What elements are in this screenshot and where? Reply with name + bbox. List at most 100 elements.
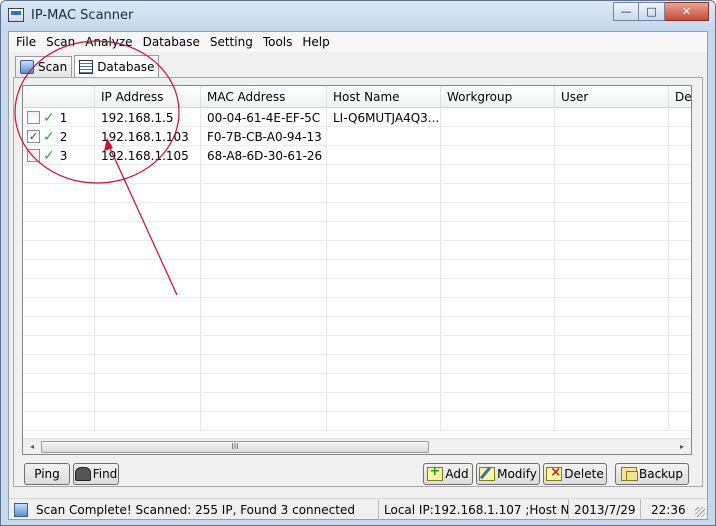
empty-table-row <box>23 412 691 431</box>
empty-cell <box>441 165 555 184</box>
horizontal-scrollbar[interactable]: ◂ III ▸ <box>23 438 691 454</box>
empty-cell <box>555 393 669 412</box>
column-header-dep[interactable]: Dep <box>669 86 691 108</box>
empty-cell <box>555 355 669 374</box>
empty-cell <box>441 184 555 203</box>
title-bar[interactable]: IP-MAC Scanner — □ ✕ <box>1 1 715 31</box>
scroll-right-arrow-icon[interactable]: ▸ <box>675 441 689 453</box>
menu-database[interactable]: Database <box>138 35 205 49</box>
tab-scan[interactable]: Scan <box>15 56 73 77</box>
empty-cell <box>555 374 669 393</box>
database-panel: IP Address MAC Address Host Name Workgro… <box>13 77 703 487</box>
menu-help[interactable]: Help <box>297 35 334 49</box>
cell-ip: 192.168.1.105 <box>95 146 201 165</box>
ping-button[interactable]: Ping <box>24 463 70 485</box>
empty-cell <box>327 184 441 203</box>
cell-user <box>555 108 669 127</box>
empty-table-row <box>23 279 691 298</box>
column-header-mac[interactable]: MAC Address <box>201 86 327 108</box>
add-button[interactable]: Add <box>423 463 473 485</box>
column-header-ip[interactable]: IP Address <box>95 86 201 108</box>
empty-cell <box>441 317 555 336</box>
delete-button-label: Delete <box>564 467 604 481</box>
menu-analyze[interactable]: Analyze <box>80 35 137 49</box>
resize-grip-icon[interactable] <box>695 507 705 517</box>
tab-database[interactable]: Database <box>74 55 160 77</box>
column-header-workgroup[interactable]: Workgroup <box>441 86 555 108</box>
maximize-button[interactable]: □ <box>639 2 665 21</box>
empty-table-row <box>23 317 691 336</box>
empty-cell <box>95 260 201 279</box>
find-button[interactable]: Find <box>73 463 119 485</box>
network-icon <box>14 502 28 517</box>
empty-cell <box>23 298 95 317</box>
empty-table-row <box>23 165 691 184</box>
column-header-user[interactable]: User <box>555 86 669 108</box>
empty-cell <box>201 355 327 374</box>
scroll-left-arrow-icon[interactable]: ◂ <box>25 441 39 453</box>
status-time: 22:36 <box>651 502 686 517</box>
empty-cell <box>327 393 441 412</box>
row-checkbox[interactable] <box>27 111 40 124</box>
menu-scan[interactable]: Scan <box>41 35 80 49</box>
menu-tools[interactable]: Tools <box>258 35 298 49</box>
backup-button-label: Backup <box>639 467 683 481</box>
empty-cell <box>95 355 201 374</box>
menu-file[interactable]: File <box>11 35 41 49</box>
empty-cell <box>441 203 555 222</box>
menu-setting[interactable]: Setting <box>205 35 258 49</box>
edit-icon <box>479 467 496 481</box>
column-header-select[interactable] <box>23 86 95 108</box>
empty-cell <box>23 184 95 203</box>
cell-host: LI-Q6MUTJA4Q3... <box>327 108 441 127</box>
scroll-thumb[interactable]: III <box>41 441 429 453</box>
check-mark-icon: ✓ <box>43 128 55 145</box>
empty-cell <box>441 241 555 260</box>
cell-ip: 192.168.1.103 <box>95 127 201 146</box>
column-header-host[interactable]: Host Name <box>327 86 441 108</box>
row-checkbox[interactable] <box>27 149 40 162</box>
row-checkbox[interactable]: ✓ <box>27 130 40 143</box>
empty-cell <box>23 317 95 336</box>
empty-cell <box>201 222 327 241</box>
empty-cell <box>669 222 691 241</box>
table-row[interactable]: ✓ 1 192.168.1.5 00-04-61-4E-EF-5C LI-Q6MUTJA… <box>23 108 691 127</box>
empty-cell <box>95 393 201 412</box>
table-row[interactable]: ✓ 3 192.168.1.105 68-A8-6D-30-61-26 <box>23 146 691 165</box>
empty-cell <box>441 260 555 279</box>
empty-cell <box>555 336 669 355</box>
table-body: ✓ 1 192.168.1.5 00-04-61-4E-EF-5C LI-Q6MUTJA… <box>23 108 691 431</box>
empty-cell <box>669 393 691 412</box>
empty-cell <box>555 165 669 184</box>
delete-button[interactable]: Delete <box>543 463 607 485</box>
empty-cell <box>23 279 95 298</box>
ping-button-label: Ping <box>34 467 60 481</box>
empty-cell <box>327 260 441 279</box>
empty-cell <box>327 165 441 184</box>
cell-host <box>327 127 441 146</box>
empty-cell <box>95 298 201 317</box>
empty-cell <box>669 184 691 203</box>
tab-database-label: Database <box>97 59 155 74</box>
empty-cell <box>327 298 441 317</box>
empty-cell <box>201 165 327 184</box>
minimize-button[interactable]: — <box>613 2 639 21</box>
modify-button[interactable]: Modify <box>476 463 540 485</box>
tab-strip: Scan Database <box>15 55 161 78</box>
row-select-cell: ✓ 3 <box>23 146 95 165</box>
backup-button[interactable]: Backup <box>615 463 689 485</box>
app-icon[interactable] <box>8 8 24 22</box>
empty-cell <box>201 279 327 298</box>
check-mark-icon: ✓ <box>43 109 55 126</box>
cell-host <box>327 146 441 165</box>
empty-cell <box>555 184 669 203</box>
empty-cell <box>95 336 201 355</box>
table-row[interactable]: ✓ ✓ 2 192.168.1.103 F0-7B-CB-A0-94-13 <box>23 127 691 146</box>
empty-cell <box>23 355 95 374</box>
empty-table-row <box>23 260 691 279</box>
cell-mac: 00-04-61-4E-EF-5C <box>201 108 327 127</box>
empty-cell <box>555 222 669 241</box>
close-button[interactable]: ✕ <box>665 2 709 21</box>
empty-cell <box>327 317 441 336</box>
empty-cell <box>23 374 95 393</box>
